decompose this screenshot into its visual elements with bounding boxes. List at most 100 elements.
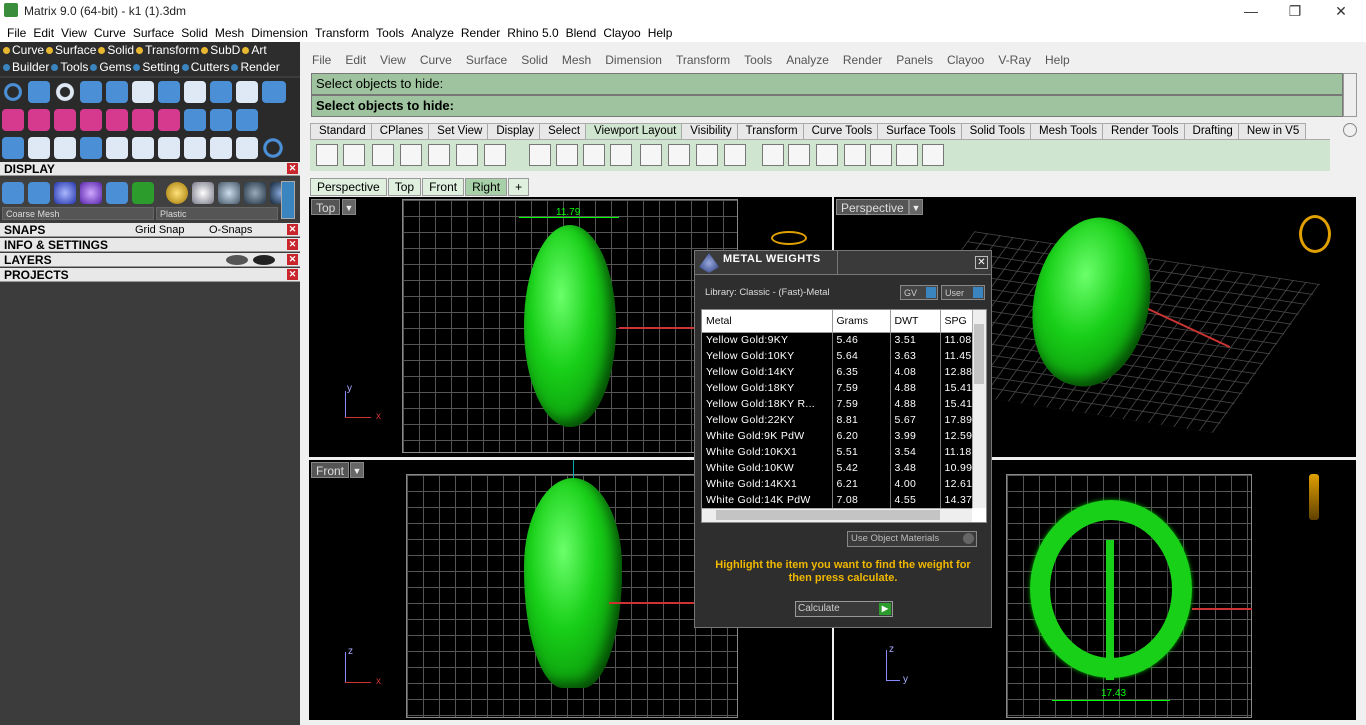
menu-view[interactable]: View <box>54 24 87 42</box>
table-row[interactable]: Yellow Gold:22KY 8.81 5.67 17.89 <box>702 412 977 428</box>
line-icon[interactable] <box>54 109 76 131</box>
viewport-tab-front[interactable]: Front <box>422 178 465 196</box>
grid-toggle-icon[interactable] <box>556 144 578 166</box>
menu-rhino-5-0[interactable]: Rhino 5.0 <box>500 24 558 42</box>
toolbar-tab-visibility[interactable]: Visibility <box>681 123 739 139</box>
toolbar-tab-mesh-tools[interactable]: Mesh Tools <box>1030 123 1104 139</box>
layout-list-icon[interactable] <box>484 144 506 166</box>
print-icon[interactable] <box>922 144 944 166</box>
frame-icon[interactable] <box>132 109 154 131</box>
restore-button[interactable]: ❐ <box>1272 0 1318 22</box>
toolbar-tab-drafting[interactable]: Drafting <box>1183 123 1240 139</box>
silver-sphere-icon[interactable] <box>192 182 214 204</box>
four-viewports-icon[interactable] <box>343 144 365 166</box>
info-section-header[interactable]: INFO & SETTINGS ✕ <box>0 238 300 252</box>
chevron-down-icon[interactable]: ▼ <box>350 462 364 478</box>
menu-curve[interactable]: Curve <box>87 24 126 42</box>
burst-icon[interactable] <box>158 137 180 159</box>
grid-display-icon[interactable] <box>132 182 154 204</box>
toolbar-tab-viewport-layout[interactable]: Viewport Layout <box>585 123 684 139</box>
rhino-menu-analyze[interactable]: Analyze <box>779 50 836 70</box>
toolbar-tab-set-view[interactable]: Set View <box>428 123 490 139</box>
close-icon[interactable]: ✕ <box>975 256 988 269</box>
matrix-tab-gems[interactable]: Gems <box>89 59 132 76</box>
pattern-icon[interactable] <box>158 109 180 131</box>
close-icon[interactable]: ✕ <box>287 269 298 280</box>
close-button[interactable]: ✕ <box>1318 0 1364 22</box>
viewport-tab-top[interactable]: Top <box>387 178 422 196</box>
color-swatch-icon[interactable] <box>724 144 746 166</box>
maximize-viewport-icon[interactable] <box>372 144 394 166</box>
spline-icon[interactable] <box>106 81 128 103</box>
menu-solid[interactable]: Solid <box>174 24 208 42</box>
toolbar-tab-standard[interactable]: Standard <box>310 123 373 139</box>
toolbar-tab-new-in-v5[interactable]: New in V5 <box>1237 123 1307 139</box>
bottle-icon[interactable] <box>236 81 258 103</box>
toggle-icon[interactable] <box>963 533 974 544</box>
user-toggle[interactable]: User <box>941 285 985 300</box>
shape-icon[interactable] <box>158 81 180 103</box>
corner-icon[interactable] <box>54 137 76 159</box>
lock-icon[interactable] <box>226 255 248 265</box>
matrix-tab-art[interactable]: Art <box>241 42 267 59</box>
arc-icon[interactable] <box>80 109 102 131</box>
rhino-menu-edit[interactable]: Edit <box>338 50 373 70</box>
metal-table[interactable]: Metal Grams DWT SPG Yellow Gold:9KY 5.46 3.51… <box>701 309 987 523</box>
rhino-menu-mesh[interactable]: Mesh <box>555 50 598 70</box>
table-row[interactable]: White Gold:10KW 5.42 3.48 10.99 <box>702 460 977 476</box>
viewport-tab-perspective[interactable]: Perspective <box>310 178 387 196</box>
menu-analyze[interactable]: Analyze <box>404 24 454 42</box>
table-row[interactable]: White Gold:14KX1 6.21 4.00 12.61 <box>702 476 977 492</box>
rhino-menu-tools[interactable]: Tools <box>737 50 779 70</box>
plus-icon[interactable] <box>2 109 24 131</box>
rhino-menu-dimension[interactable]: Dimension <box>598 50 669 70</box>
layout-columns-icon[interactable] <box>529 144 551 166</box>
table-horizontal-scrollbar[interactable] <box>702 508 972 522</box>
toolbar-tab-display[interactable]: Display <box>487 123 542 139</box>
scroll-thumb[interactable] <box>974 324 984 384</box>
osnaps-toggle[interactable]: O-Snaps <box>209 223 252 237</box>
profile-icon[interactable] <box>210 81 232 103</box>
folder-icon[interactable] <box>870 144 892 166</box>
eye-icon[interactable] <box>253 255 275 265</box>
sphere-icon[interactable] <box>236 109 258 131</box>
material-sphere-icon[interactable] <box>80 182 102 204</box>
gem-icon[interactable] <box>132 81 154 103</box>
box-icon[interactable] <box>106 109 128 131</box>
display-mode-icon[interactable] <box>106 182 128 204</box>
curve-arc-icon[interactable] <box>28 137 50 159</box>
menu-file[interactable]: File <box>0 24 26 42</box>
close-icon[interactable]: ✕ <box>287 239 298 250</box>
close-icon[interactable]: ✕ <box>287 163 298 174</box>
viewport-label-front[interactable]: Front <box>311 462 350 478</box>
table-row[interactable]: White Gold:14K PdW 7.08 4.55 14.37 <box>702 492 977 508</box>
rhino-menu-curve[interactable]: Curve <box>413 50 459 70</box>
matrix-tab-surface[interactable]: Surface <box>45 42 97 59</box>
toolbar-tab-cplanes[interactable]: CPlanes <box>370 123 431 139</box>
table-vertical-scrollbar[interactable] <box>972 310 986 508</box>
command-scrollbar[interactable] <box>1343 73 1357 117</box>
matrix-tab-builder[interactable]: Builder <box>2 59 50 76</box>
menu-render[interactable]: Render <box>454 24 500 42</box>
rhino-menu-v-ray[interactable]: V-Ray <box>991 50 1038 70</box>
layers-section-header[interactable]: LAYERS ✕ <box>0 253 300 267</box>
grid-icon[interactable] <box>210 109 232 131</box>
menu-tools[interactable]: Tools <box>369 24 404 42</box>
cube-icon[interactable] <box>2 137 24 159</box>
bars-icon[interactable] <box>80 137 102 159</box>
column-header-spg[interactable]: SPG <box>940 310 977 333</box>
table-row[interactable]: Yellow Gold:9KY 5.46 3.51 11.08 <box>702 332 977 348</box>
menu-edit[interactable]: Edit <box>26 24 54 42</box>
check-icon[interactable] <box>184 109 206 131</box>
metal-weights-dialog[interactable]: METAL WEIGHTS ✕ Library: Classic - (Fast… <box>694 250 992 628</box>
split-horizontal-icon[interactable] <box>400 144 422 166</box>
table-row[interactable]: Yellow Gold:10KY 5.64 3.63 11.45 <box>702 348 977 364</box>
chain-icon[interactable] <box>184 137 206 159</box>
grid-large-icon[interactable] <box>640 144 662 166</box>
rhino-menu-view[interactable]: View <box>373 50 413 70</box>
single-viewport-icon[interactable] <box>316 144 338 166</box>
toolbar-tab-transform[interactable]: Transform <box>736 123 805 139</box>
panel-toggle-icon[interactable] <box>262 81 286 103</box>
rhino-menu-solid[interactable]: Solid <box>514 50 555 70</box>
toolbar-tab-select[interactable]: Select <box>539 123 588 139</box>
